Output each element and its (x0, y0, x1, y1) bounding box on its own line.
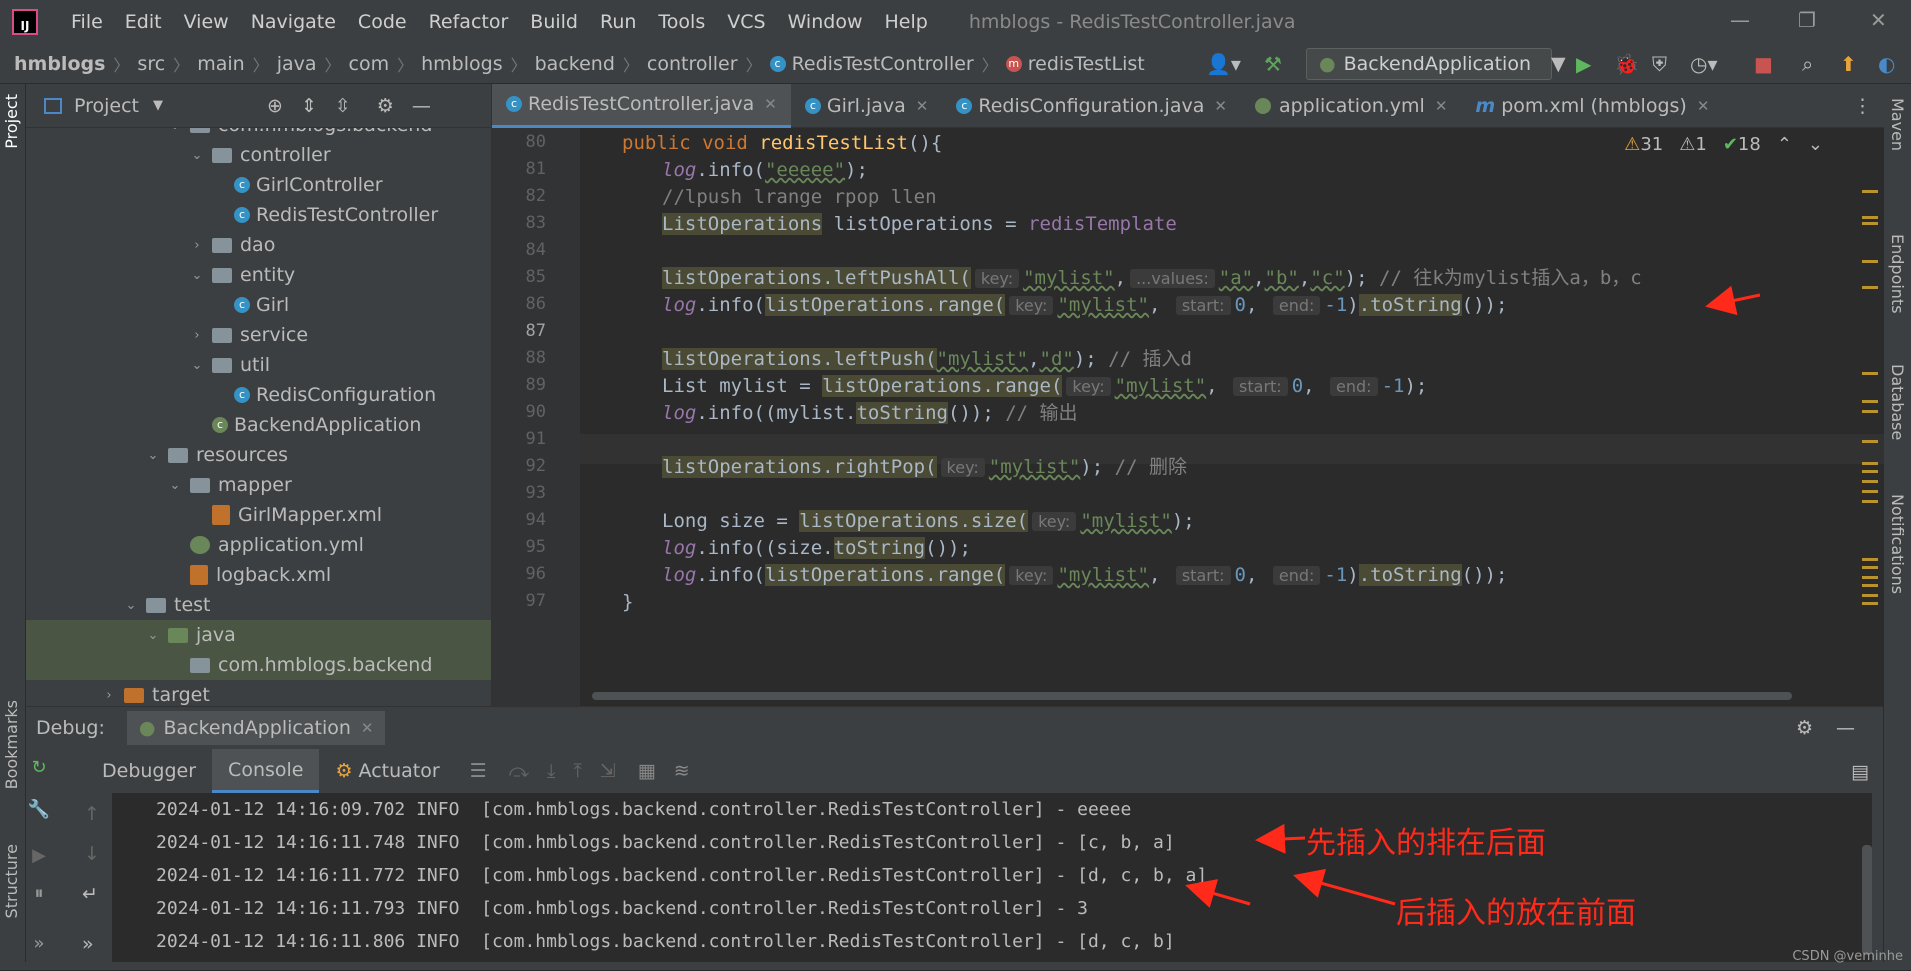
annotation-later-inserted: 后插入的放在前面 (1396, 888, 1636, 932)
annotation-arrows (0, 0, 1911, 970)
watermark: CSDN @veminhe (1792, 949, 1903, 964)
arrow-later-inserted-2 (1188, 886, 1250, 904)
annotation-first-inserted: 先插入的排在后面 (1306, 818, 1546, 862)
arrow-first-inserted (1258, 838, 1305, 840)
arrow-later-inserted-1 (1296, 876, 1395, 904)
arrow-code-comment (1708, 295, 1760, 306)
status-bar (0, 962, 1911, 970)
